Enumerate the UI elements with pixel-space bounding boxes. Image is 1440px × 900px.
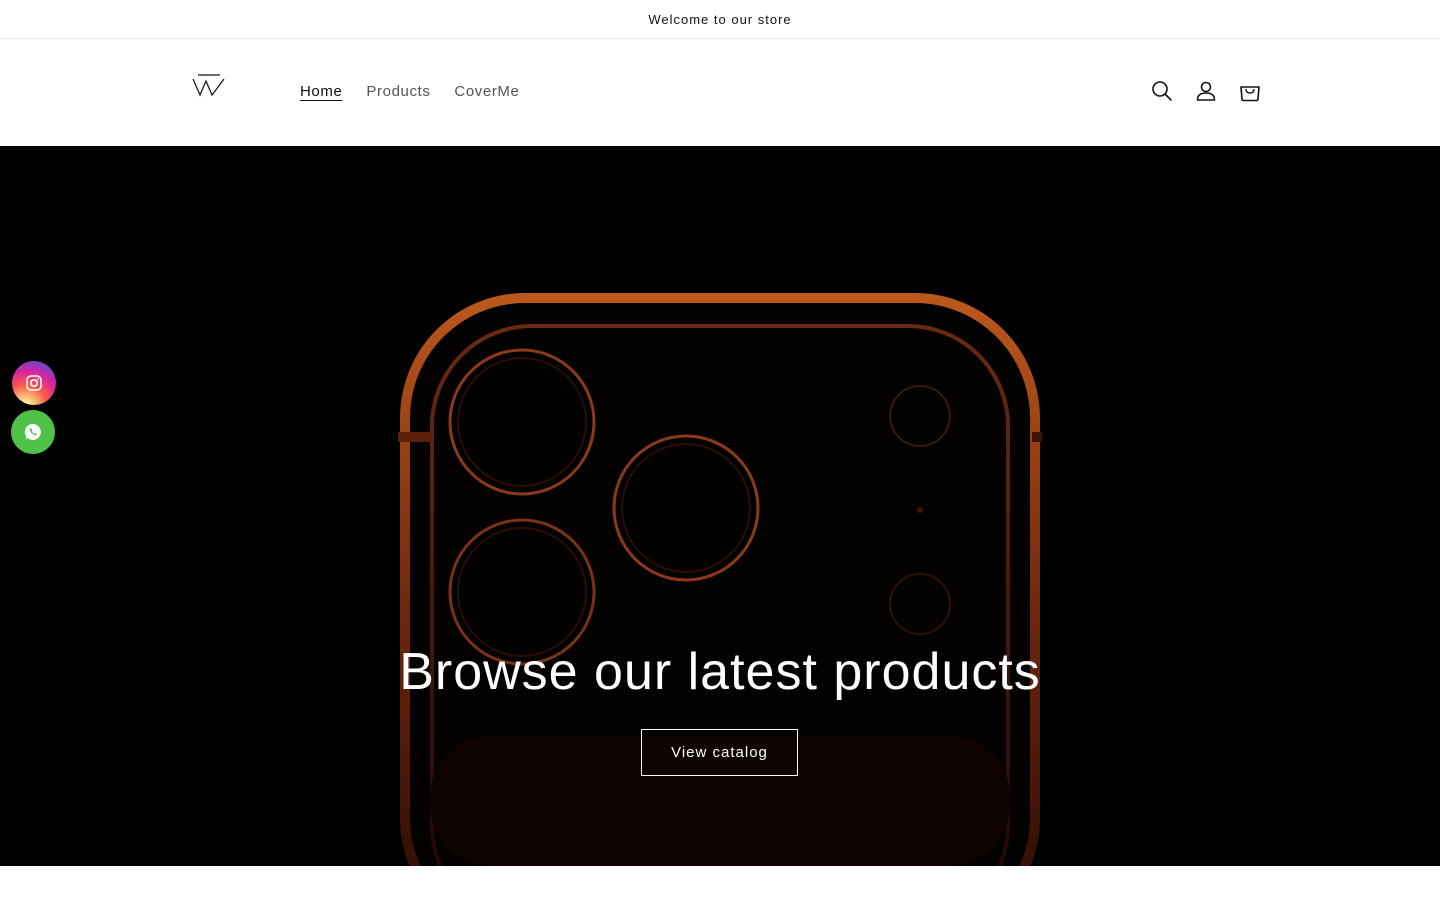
- nav-products-link[interactable]: Products: [366, 83, 430, 100]
- cart-icon[interactable]: [1238, 79, 1262, 103]
- announcement-bar: Welcome to our store: [0, 0, 1440, 39]
- store-logo[interactable]: [190, 73, 230, 101]
- instagram-button[interactable]: [12, 361, 56, 405]
- site-header: Home Products CoverMe: [0, 39, 1440, 146]
- hero-banner: Browse our latest products View catalog: [0, 146, 1440, 866]
- search-icon[interactable]: [1150, 79, 1174, 103]
- main-nav: Home Products CoverMe: [300, 83, 519, 100]
- nav-coverme-link[interactable]: CoverMe: [454, 83, 519, 100]
- account-icon[interactable]: [1194, 79, 1218, 103]
- view-catalog-button[interactable]: View catalog: [641, 729, 798, 776]
- announcement-text: Welcome to our store: [648, 11, 792, 27]
- instagram-icon: [26, 375, 42, 391]
- whatsapp-icon: [24, 423, 41, 440]
- header-icons: [1150, 79, 1262, 103]
- hero-title: Browse our latest products: [399, 643, 1041, 701]
- whatsapp-button[interactable]: [11, 410, 55, 454]
- page-content-start: [0, 866, 1440, 900]
- nav-home-link[interactable]: Home: [300, 83, 342, 100]
